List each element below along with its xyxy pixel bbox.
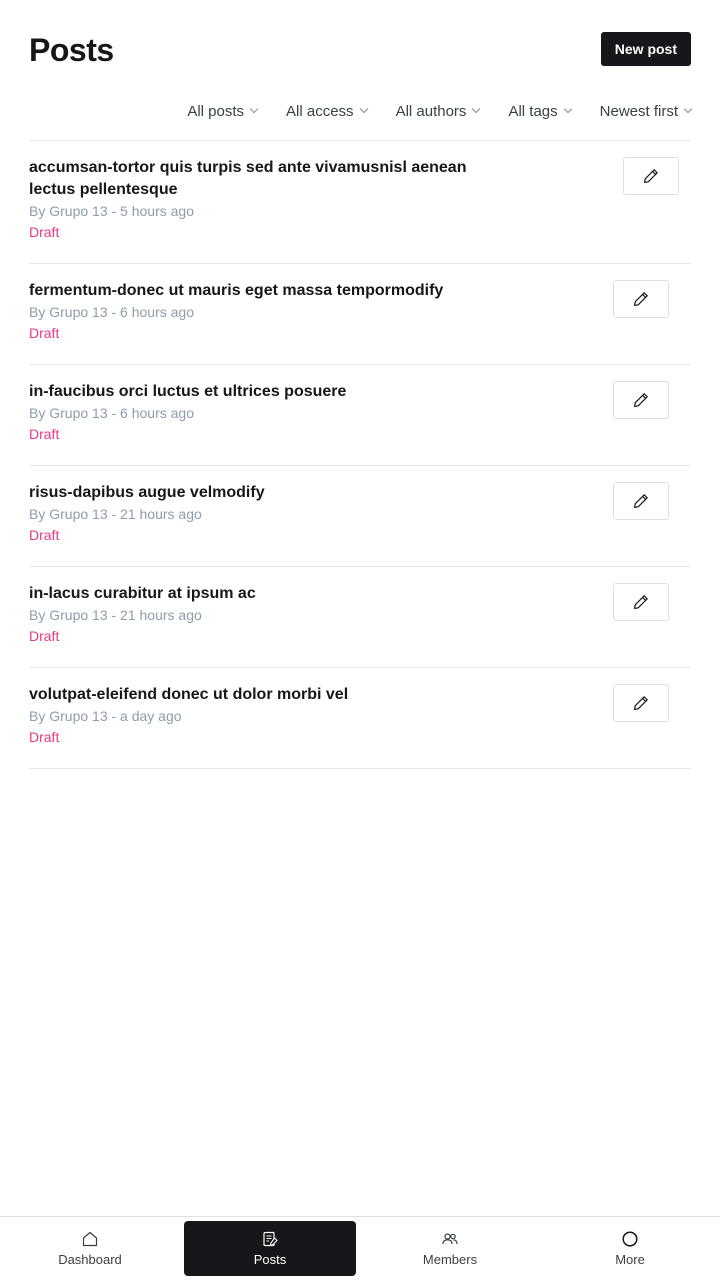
post-title[interactable]: fermentum-donec ut mauris eget massa tem… — [29, 280, 499, 302]
filter-tag-dropdown[interactable]: All tags — [508, 99, 572, 123]
post-list-item[interactable]: volutpat-eleifend donec ut dolor morbi v… — [29, 668, 691, 769]
post-meta: By Grupo 13 - 6 hours ago — [29, 304, 194, 320]
posts-icon — [263, 1231, 278, 1247]
edit-post-button[interactable] — [613, 280, 669, 318]
sort-order-dropdown[interactable]: Newest first — [599, 99, 693, 123]
post-meta: By Grupo 13 - 6 hours ago — [29, 405, 194, 421]
circle-icon — [622, 1231, 638, 1247]
filter-label: All posts — [187, 102, 245, 120]
pencil-icon — [634, 494, 648, 508]
members-icon — [442, 1233, 458, 1245]
post-status-badge: Draft — [29, 224, 60, 240]
post-list-item[interactable]: in-lacus curabitur at ipsum ac By Grupo … — [29, 567, 691, 668]
tab-dashboard[interactable]: Dashboard — [4, 1221, 176, 1276]
tab-label: Dashboard — [58, 1252, 122, 1267]
post-list-item[interactable]: risus-dapibus augue velmodify By Grupo 1… — [29, 466, 691, 567]
filter-label: All authors — [395, 102, 467, 120]
chevron-down-icon — [472, 104, 481, 114]
post-status-badge: Draft — [29, 426, 60, 442]
chevron-down-icon — [359, 104, 368, 114]
tab-label: Posts — [253, 1252, 287, 1267]
pencil-icon — [634, 292, 648, 306]
post-list-item[interactable]: in-faucibus orci luctus et ultrices posu… — [29, 365, 691, 466]
chevron-down-icon — [683, 104, 693, 114]
edit-post-button[interactable] — [613, 381, 669, 419]
filter-bar: All posts All access All authors All tag… — [158, 99, 693, 123]
filter-type-dropdown[interactable]: All posts — [187, 99, 259, 123]
post-title[interactable]: accumsan-tortor quis turpis sed ante viv… — [29, 157, 499, 201]
post-title[interactable]: volutpat-eleifend donec ut dolor morbi v… — [29, 684, 499, 706]
post-title[interactable]: in-lacus curabitur at ipsum ac — [29, 583, 499, 605]
pencil-icon — [644, 169, 658, 183]
filter-label: All access — [286, 102, 354, 120]
edit-post-button[interactable] — [623, 157, 679, 195]
tab-label: Members — [422, 1252, 478, 1267]
pencil-icon — [634, 696, 648, 710]
filter-access-dropdown[interactable]: All access — [286, 99, 368, 123]
pencil-icon — [634, 595, 648, 609]
post-list-item[interactable]: fermentum-donec ut mauris eget massa tem… — [29, 264, 691, 365]
new-post-button[interactable]: New post — [600, 32, 691, 66]
post-list-item[interactable]: accumsan-tortor quis turpis sed ante viv… — [29, 141, 691, 264]
page-header: Posts New post — [29, 30, 691, 70]
post-status-badge: Draft — [29, 527, 60, 543]
page-title: Posts — [29, 32, 114, 68]
edit-post-button[interactable] — [613, 482, 669, 520]
post-meta: By Grupo 13 - 5 hours ago — [29, 203, 194, 219]
home-icon — [82, 1231, 98, 1247]
post-meta: By Grupo 13 - 21 hours ago — [29, 607, 202, 623]
filter-author-dropdown[interactable]: All authors — [395, 99, 481, 123]
tab-label: More — [615, 1252, 645, 1267]
edit-post-button[interactable] — [613, 684, 669, 722]
bottom-tab-bar: Dashboard Posts Members More — [0, 1216, 720, 1280]
post-meta: By Grupo 13 - 21 hours ago — [29, 506, 202, 522]
post-title[interactable]: in-faucibus orci luctus et ultrices posu… — [29, 381, 499, 403]
post-status-badge: Draft — [29, 325, 60, 341]
post-meta: By Grupo 13 - a day ago — [29, 708, 182, 724]
post-status-badge: Draft — [29, 628, 60, 644]
pencil-icon — [634, 393, 648, 407]
chevron-down-icon — [249, 104, 259, 114]
tab-more[interactable]: More — [544, 1221, 716, 1276]
tab-members[interactable]: Members — [364, 1221, 536, 1276]
filter-label: All tags — [508, 102, 558, 120]
tab-posts[interactable]: Posts — [184, 1221, 356, 1276]
edit-post-button[interactable] — [613, 583, 669, 621]
post-list: accumsan-tortor quis turpis sed ante viv… — [29, 140, 691, 769]
filter-label: Newest first — [599, 102, 678, 120]
post-title[interactable]: risus-dapibus augue velmodify — [29, 482, 499, 504]
post-status-badge: Draft — [29, 729, 60, 745]
chevron-down-icon — [563, 104, 572, 114]
